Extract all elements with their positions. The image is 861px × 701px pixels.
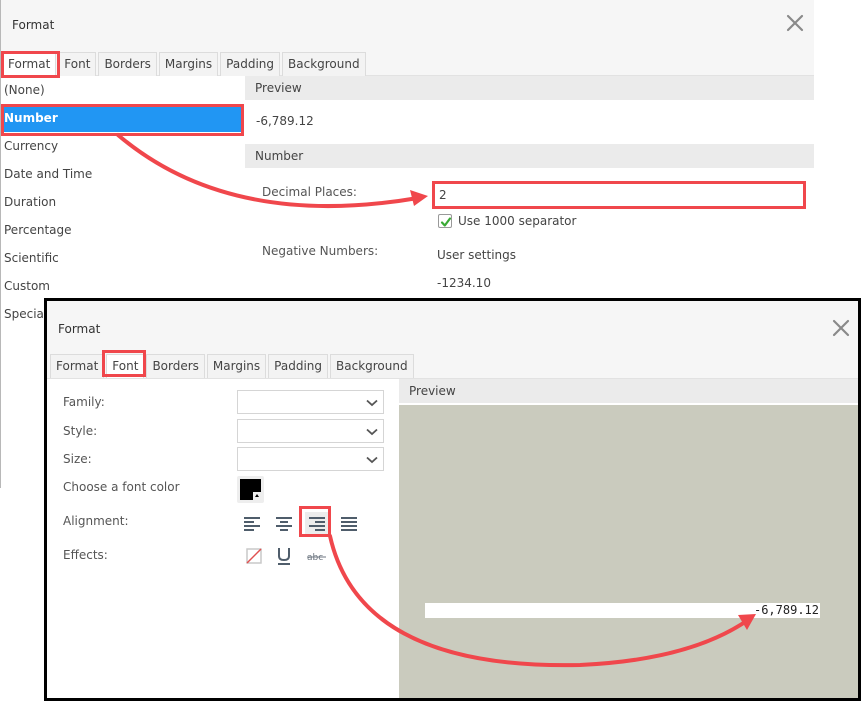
- tab-borders[interactable]: Borders: [98, 52, 156, 76]
- negative-numbers-value[interactable]: User settings: [437, 248, 516, 262]
- chevron-down-icon: [366, 456, 378, 464]
- alignment-label: Alignment:: [63, 514, 129, 528]
- effects-label: Effects:: [63, 548, 108, 562]
- align-right-icon: [305, 512, 329, 536]
- justify-button[interactable]: [337, 512, 361, 536]
- tab-margins[interactable]: Margins: [159, 52, 218, 76]
- align-center-button[interactable]: [272, 512, 296, 536]
- tab-background[interactable]: Background: [330, 354, 414, 378]
- use-1000-separator-checkbox[interactable]: [438, 214, 452, 228]
- underline-button[interactable]: [272, 544, 296, 568]
- preview-value: -6,789.12: [425, 603, 820, 618]
- number-section-header: Number: [245, 144, 814, 168]
- size-select[interactable]: [237, 447, 384, 471]
- close-icon[interactable]: [785, 13, 805, 33]
- category-scientific[interactable]: Scientific: [2, 244, 244, 272]
- tab-padding[interactable]: Padding: [220, 52, 280, 76]
- underline-icon: [272, 544, 296, 568]
- chevron-down-icon: [366, 428, 378, 436]
- style-label: Style:: [63, 424, 97, 438]
- category-duration[interactable]: Duration: [2, 188, 244, 216]
- size-label: Size:: [63, 452, 92, 466]
- tab-font[interactable]: Font: [58, 52, 96, 76]
- category-number[interactable]: Number: [2, 104, 244, 132]
- negative-numbers-label: Negative Numbers:: [262, 244, 378, 258]
- category-date-and-time[interactable]: Date and Time: [2, 160, 244, 188]
- align-center-icon: [272, 512, 296, 536]
- align-left-icon: [240, 512, 264, 536]
- category-list: (None) Number Currency Date and Time Dur…: [2, 76, 244, 328]
- tab-font[interactable]: Font: [106, 354, 144, 378]
- font-color-label: Choose a font color: [63, 480, 180, 494]
- use-1000-separator-label: Use 1000 separator: [458, 214, 576, 228]
- tab-format[interactable]: Format: [50, 354, 104, 378]
- tab-padding[interactable]: Padding: [268, 354, 328, 378]
- tab-background[interactable]: Background: [282, 52, 366, 76]
- justify-icon: [337, 512, 361, 536]
- checkmark-icon: [440, 216, 452, 228]
- category-custom[interactable]: Custom: [2, 272, 244, 300]
- category-none[interactable]: (None): [2, 76, 244, 104]
- tab-strip: Format Font Borders Margins Padding Back…: [2, 52, 368, 76]
- category-percentage[interactable]: Percentage: [2, 216, 244, 244]
- close-icon[interactable]: [831, 318, 851, 338]
- dropdown-triangle-icon: [253, 492, 261, 500]
- align-right-button[interactable]: [305, 512, 329, 536]
- strikethrough-icon: abc: [305, 544, 329, 568]
- preview-header: Preview: [399, 379, 858, 403]
- strikethrough-button[interactable]: abc: [305, 544, 329, 568]
- style-select[interactable]: [237, 419, 384, 443]
- no-fill-icon: [242, 544, 266, 568]
- decimal-places-label: Decimal Places:: [262, 185, 357, 199]
- tab-strip: Format Font Borders Margins Padding Back…: [50, 354, 416, 378]
- dialog-titlebar: Format: [47, 301, 858, 352]
- font-color-picker[interactable]: [237, 476, 264, 503]
- preview-area: -6,789.12: [399, 405, 858, 698]
- family-label: Family:: [63, 395, 105, 409]
- preview-header: Preview: [245, 76, 814, 100]
- align-left-button[interactable]: [240, 512, 264, 536]
- svg-text:abc: abc: [307, 553, 323, 563]
- format-dialog-font: Format Format Font Borders Margins Paddi…: [44, 298, 861, 701]
- family-select[interactable]: [237, 390, 384, 414]
- preview-value: -6,789.12: [256, 114, 314, 128]
- chevron-down-icon: [366, 399, 378, 407]
- tab-borders[interactable]: Borders: [146, 354, 204, 378]
- category-currency[interactable]: Currency: [2, 132, 244, 160]
- dialog-title: Format: [12, 18, 54, 32]
- dialog-title: Format: [58, 322, 100, 336]
- tab-margins[interactable]: Margins: [207, 354, 266, 378]
- decimal-places-input[interactable]: [434, 182, 805, 208]
- negative-numbers-example: -1234.10: [437, 276, 491, 290]
- no-fill-button[interactable]: [242, 544, 266, 568]
- dialog-titlebar: Format: [1, 0, 814, 52]
- tab-format[interactable]: Format: [2, 52, 56, 76]
